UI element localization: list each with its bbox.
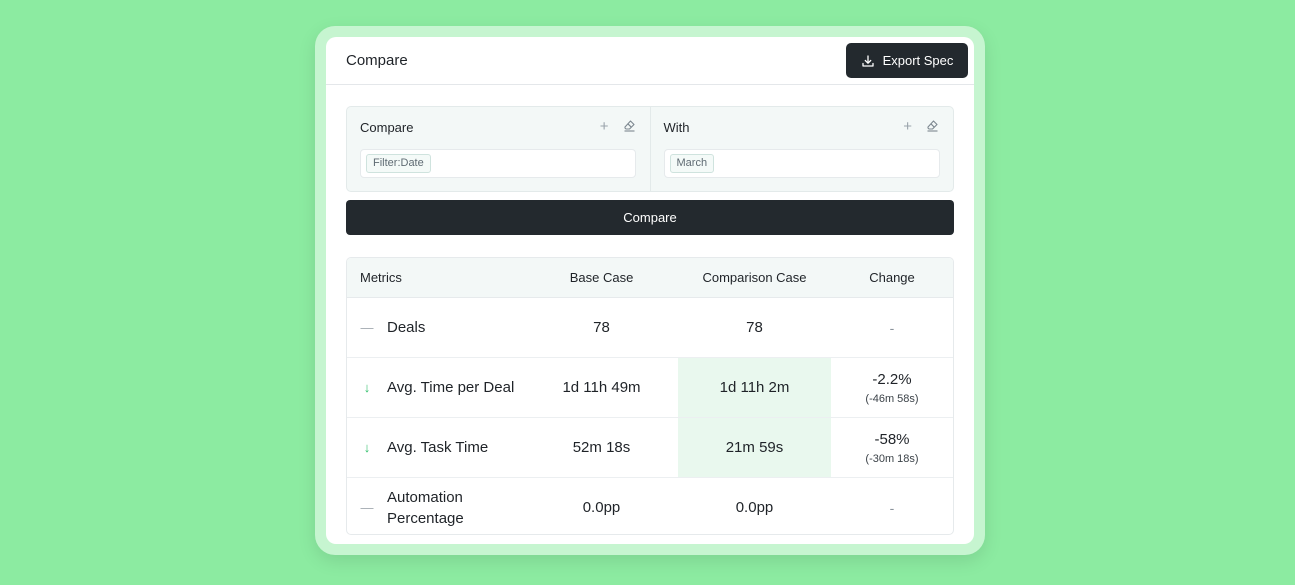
dash-icon: — <box>360 500 374 515</box>
add-filter-icon[interactable]: + <box>600 119 609 134</box>
header-change: Change <box>869 270 915 285</box>
compare-card: Compare Export Spec Compare + Filter:Dat… <box>326 37 974 544</box>
metric-name: Avg. Task Time <box>387 439 489 456</box>
table-row: ↓ Avg. Task Time 52m 18s 21m 59s -58% (-… <box>347 418 953 478</box>
download-icon <box>861 54 875 68</box>
metric-name: Avg. Time per Deal <box>387 379 515 396</box>
metric-name: Deals <box>387 319 426 336</box>
header-base-case: Base Case <box>569 270 634 285</box>
with-filter-group: With + March <box>649 107 954 191</box>
compare-button[interactable]: Compare <box>346 200 954 235</box>
comparison-value: 1d 11h 2m <box>678 358 831 417</box>
add-filter-icon[interactable]: + <box>903 119 912 134</box>
comparison-value: 78 <box>746 319 763 336</box>
change-cell: - <box>831 478 953 534</box>
change-value: -2.2% <box>872 370 912 388</box>
base-value: 1d 11h 49m <box>562 379 641 396</box>
change-value: - <box>889 319 895 336</box>
filter-chip[interactable]: Filter:Date <box>366 154 431 173</box>
header-comparison-case: Comparison Case <box>702 270 807 285</box>
table-row: ↓ Avg. Time per Deal 1d 11h 49m 1d 11h 2… <box>347 358 953 418</box>
base-value: 78 <box>593 319 610 336</box>
change-cell: -2.2% (-46m 58s) <box>831 358 953 417</box>
comparison-value: 21m 59s <box>678 418 831 477</box>
eraser-icon[interactable] <box>623 119 636 135</box>
filter-chip[interactable]: March <box>669 154 715 173</box>
arrow-down-icon: ↓ <box>363 440 371 455</box>
with-filter-actions: + <box>903 119 939 135</box>
export-spec-button[interactable]: Export Spec <box>846 43 968 78</box>
compare-filter-input[interactable]: Filter:Date <box>360 149 636 178</box>
metric-name: Automation Percentage <box>387 488 464 527</box>
change-value: - <box>889 499 895 516</box>
with-filter-input[interactable]: March <box>663 149 940 178</box>
change-detail: (-46m 58s) <box>865 392 919 405</box>
arrow-down-icon: ↓ <box>363 380 371 395</box>
change-detail: (-30m 18s) <box>865 452 919 465</box>
change-value: -58% <box>874 430 910 448</box>
table-row: — Deals 78 78 - <box>347 298 953 358</box>
compare-filter-label: Compare <box>360 120 414 135</box>
comparison-value: 0.0pp <box>735 499 774 516</box>
change-cell: - <box>831 298 953 357</box>
table-row: — Automation Percentage 0.0pp 0.0pp - <box>347 478 953 534</box>
table-header: Metrics Base Case Comparison Case Change <box>347 258 953 298</box>
eraser-icon[interactable] <box>926 119 939 135</box>
page-title: Compare <box>346 52 408 69</box>
base-value: 52m 18s <box>572 439 631 456</box>
base-value: 0.0pp <box>582 499 621 516</box>
filter-panel: Compare + Filter:Date With + March <box>346 106 954 192</box>
compare-filter-group: Compare + Filter:Date <box>347 107 650 191</box>
with-filter-label: With <box>663 120 690 135</box>
change-cell: -58% (-30m 18s) <box>831 418 953 477</box>
comparison-table: Metrics Base Case Comparison Case Change… <box>346 257 954 535</box>
dash-icon: — <box>360 320 374 335</box>
header-metrics: Metrics <box>360 270 402 285</box>
card-header: Compare Export Spec <box>326 37 974 85</box>
export-spec-label: Export Spec <box>882 53 954 68</box>
outer-frame: Compare Export Spec Compare + Filter:Dat… <box>315 26 985 555</box>
compare-filter-actions: + <box>600 119 636 135</box>
